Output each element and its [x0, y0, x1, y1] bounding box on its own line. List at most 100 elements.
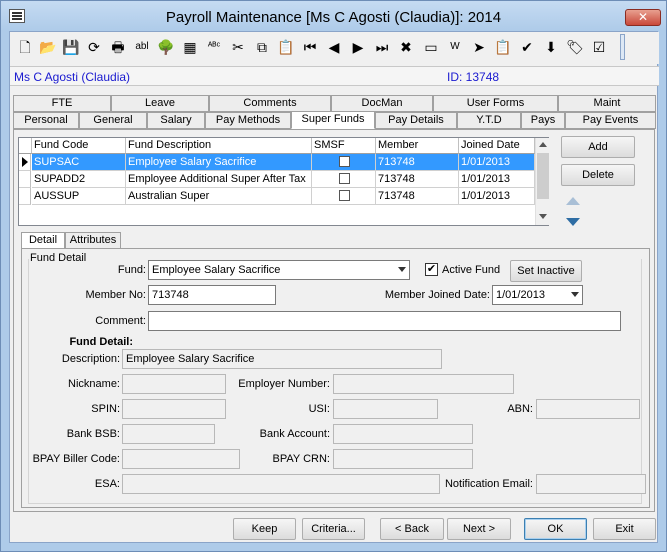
card-icon[interactable]: ▭: [422, 38, 440, 56]
usi-label: USI:: [308, 403, 330, 415]
back-button[interactable]: < Back: [380, 518, 444, 540]
tab-pay-events[interactable]: Pay Events: [565, 112, 656, 129]
table-row-1-fund-code[interactable]: SUPSAC: [32, 154, 126, 171]
grid-vertical-scrollbar[interactable]: [535, 138, 549, 225]
checklist-icon[interactable]: ☑: [590, 38, 608, 56]
table-row-2-joined-date[interactable]: 1/01/2013: [459, 171, 535, 188]
open-folder-icon[interactable]: 📂: [39, 38, 57, 56]
keep-button[interactable]: Keep: [233, 518, 296, 540]
tab-super-funds[interactable]: Super Funds: [291, 111, 375, 129]
new-icon[interactable]: 🗋: [16, 38, 34, 56]
subtab-attributes[interactable]: Attributes: [65, 232, 121, 249]
table-row-3-fund-description[interactable]: Australian Super: [126, 188, 312, 205]
ok-button[interactable]: OK: [524, 518, 587, 540]
table-row-2-fund-code[interactable]: SUPADD2: [32, 171, 126, 188]
set-inactive-button[interactable]: Set Inactive: [510, 260, 582, 282]
bpay-biller-code-field: [122, 449, 240, 469]
refresh-icon[interactable]: ⟳: [85, 38, 103, 56]
tab-pay-details[interactable]: Pay Details: [375, 112, 457, 129]
member-no-input[interactable]: 713748: [148, 285, 276, 305]
fund-select[interactable]: Employee Salary Sacrifice: [148, 260, 410, 280]
member-joined-date-picker[interactable]: 1/01/2013: [492, 285, 583, 305]
fund-select-value: Employee Salary Sacrifice: [152, 264, 281, 276]
first-record-icon[interactable]: ⏮: [301, 38, 319, 56]
word-icon[interactable]: W: [446, 38, 464, 56]
table-row-1-smsf[interactable]: [312, 154, 376, 171]
row-indicator: [19, 188, 31, 205]
print-icon[interactable]: 🖶: [109, 38, 127, 56]
move-up-arrow-icon[interactable]: [566, 197, 580, 205]
delete-button[interactable]: Delete: [561, 164, 635, 186]
tag-icon[interactable]: 🏷: [566, 38, 584, 56]
tab-leave[interactable]: Leave: [111, 95, 209, 112]
table-row-2-member-number[interactable]: 713748: [376, 171, 459, 188]
approve-icon[interactable]: ✔: [518, 38, 536, 56]
table-row-3-joined-date[interactable]: 1/01/2013: [459, 188, 535, 205]
column-header-member-number[interactable]: Member Number: [376, 138, 459, 166]
table-row-2-fund-description[interactable]: Employee Additional Super After Tax: [126, 171, 312, 188]
tab-ytd[interactable]: Y.T.D: [457, 112, 521, 129]
previous-record-icon[interactable]: ◀: [325, 38, 343, 56]
cut-icon[interactable]: ✂: [229, 38, 247, 56]
column-header-smsf[interactable]: SMSF: [312, 138, 376, 154]
tree-icon[interactable]: 🌳: [157, 38, 175, 56]
super-funds-grid[interactable]: Fund Code Fund Description SMSF Member N…: [18, 137, 549, 226]
table-row-1-joined-date[interactable]: 1/01/2013: [459, 154, 535, 171]
tab-fte[interactable]: FTE: [13, 95, 111, 112]
employee-id: ID: 13748: [447, 70, 500, 84]
tab-comments[interactable]: Comments: [209, 95, 331, 112]
grid-header-indicator: [19, 138, 32, 154]
download-icon[interactable]: ⬇: [542, 38, 560, 56]
criteria-button[interactable]: Criteria...: [302, 518, 365, 540]
tab-salary[interactable]: Salary: [147, 112, 205, 129]
toolbar-separator: [620, 34, 625, 60]
scroll-up-arrow-icon[interactable]: [539, 142, 547, 147]
subtab-detail[interactable]: Detail: [21, 232, 65, 249]
tab-general[interactable]: General: [79, 112, 147, 129]
tab-docman[interactable]: DocMan: [331, 95, 433, 112]
tab-pay-methods[interactable]: Pay Methods: [205, 112, 291, 129]
calculator-icon[interactable]: ▦: [181, 38, 199, 56]
column-header-fund-description[interactable]: Fund Description: [126, 138, 312, 154]
tab-maint[interactable]: Maint: [558, 95, 656, 112]
employee-info-bar: Ms C Agosti (Claudia) ID: 13748: [10, 66, 659, 86]
comment-input[interactable]: [148, 311, 621, 331]
smsf-checkbox[interactable]: [339, 156, 350, 167]
column-header-fund-code[interactable]: Fund Code: [32, 138, 126, 154]
delete-icon[interactable]: ✖: [397, 38, 415, 56]
table-row-3-member-number[interactable]: 713748: [376, 188, 459, 205]
smsf-checkbox[interactable]: [339, 173, 350, 184]
table-row-3-smsf[interactable]: [312, 188, 376, 205]
spellcheck-icon[interactable]: ᴬᴮᶜ: [205, 38, 223, 56]
column-header-joined-date[interactable]: Joined Date: [459, 138, 535, 154]
copy-icon[interactable]: ⧉: [253, 38, 271, 56]
clipboard-export-icon[interactable]: 📋: [494, 38, 512, 56]
close-window-button[interactable]: ✕: [625, 9, 661, 26]
table-row-3-fund-code[interactable]: AUSSUP: [32, 188, 126, 205]
esa-label: ESA:: [94, 478, 120, 490]
scrollbar-thumb[interactable]: [537, 153, 549, 199]
tab-user-forms[interactable]: User Forms: [433, 95, 558, 112]
save-icon[interactable]: 💾: [62, 38, 80, 56]
tab-personal[interactable]: Personal: [13, 112, 79, 129]
exit-button[interactable]: Exit: [593, 518, 656, 540]
smsf-checkbox[interactable]: [339, 190, 350, 201]
next-record-icon[interactable]: ▶: [349, 38, 367, 56]
table-row-2-smsf[interactable]: [312, 171, 376, 188]
table-row-1-member-number[interactable]: 713748: [376, 154, 459, 171]
arrow-flag-icon[interactable]: ➤: [470, 38, 488, 56]
tab-pays[interactable]: Pays: [521, 112, 565, 129]
move-down-arrow-icon[interactable]: [566, 218, 580, 226]
fund-label: Fund:: [117, 264, 146, 276]
row-indicator: [19, 171, 31, 188]
table-row-1-fund-description[interactable]: Employee Salary Sacrifice: [126, 154, 312, 171]
add-button[interactable]: Add: [561, 136, 635, 158]
field-label-icon[interactable]: abl: [133, 38, 151, 56]
paste-icon[interactable]: 📋: [277, 38, 295, 56]
last-record-icon[interactable]: ⏭: [373, 38, 391, 56]
title-bar[interactable]: Payroll Maintenance [Ms C Agosti (Claudi…: [1, 1, 666, 31]
super-funds-panel: Fund Code Fund Description SMSF Member N…: [13, 129, 655, 512]
active-fund-checkbox[interactable]: ✔: [425, 263, 438, 276]
next-button[interactable]: Next >: [447, 518, 511, 540]
scroll-down-arrow-icon[interactable]: [539, 214, 547, 219]
